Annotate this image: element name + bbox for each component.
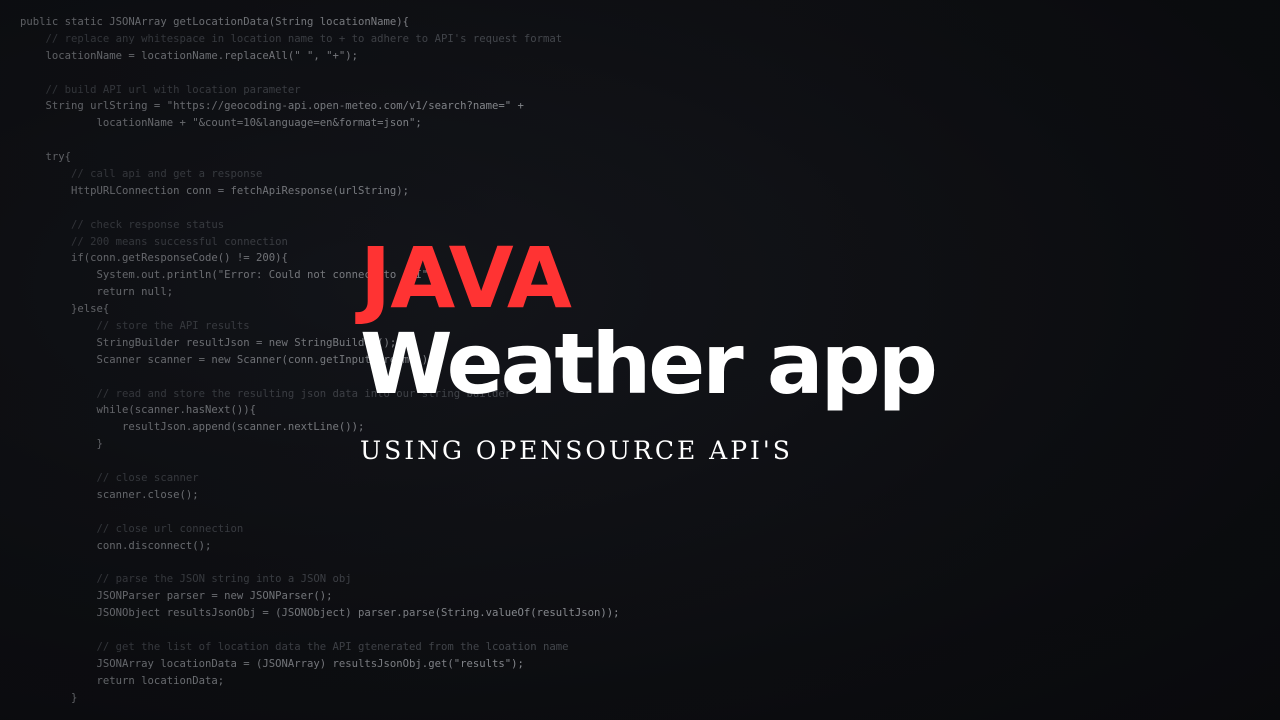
title-weather-app: Weather app <box>360 315 938 413</box>
subtitle: USING OPENSOURCE API'S <box>360 436 793 465</box>
title-block: JAVA Weather app USING OPENSOURCE API'S <box>360 229 938 465</box>
title-java: JAVA <box>360 229 572 327</box>
